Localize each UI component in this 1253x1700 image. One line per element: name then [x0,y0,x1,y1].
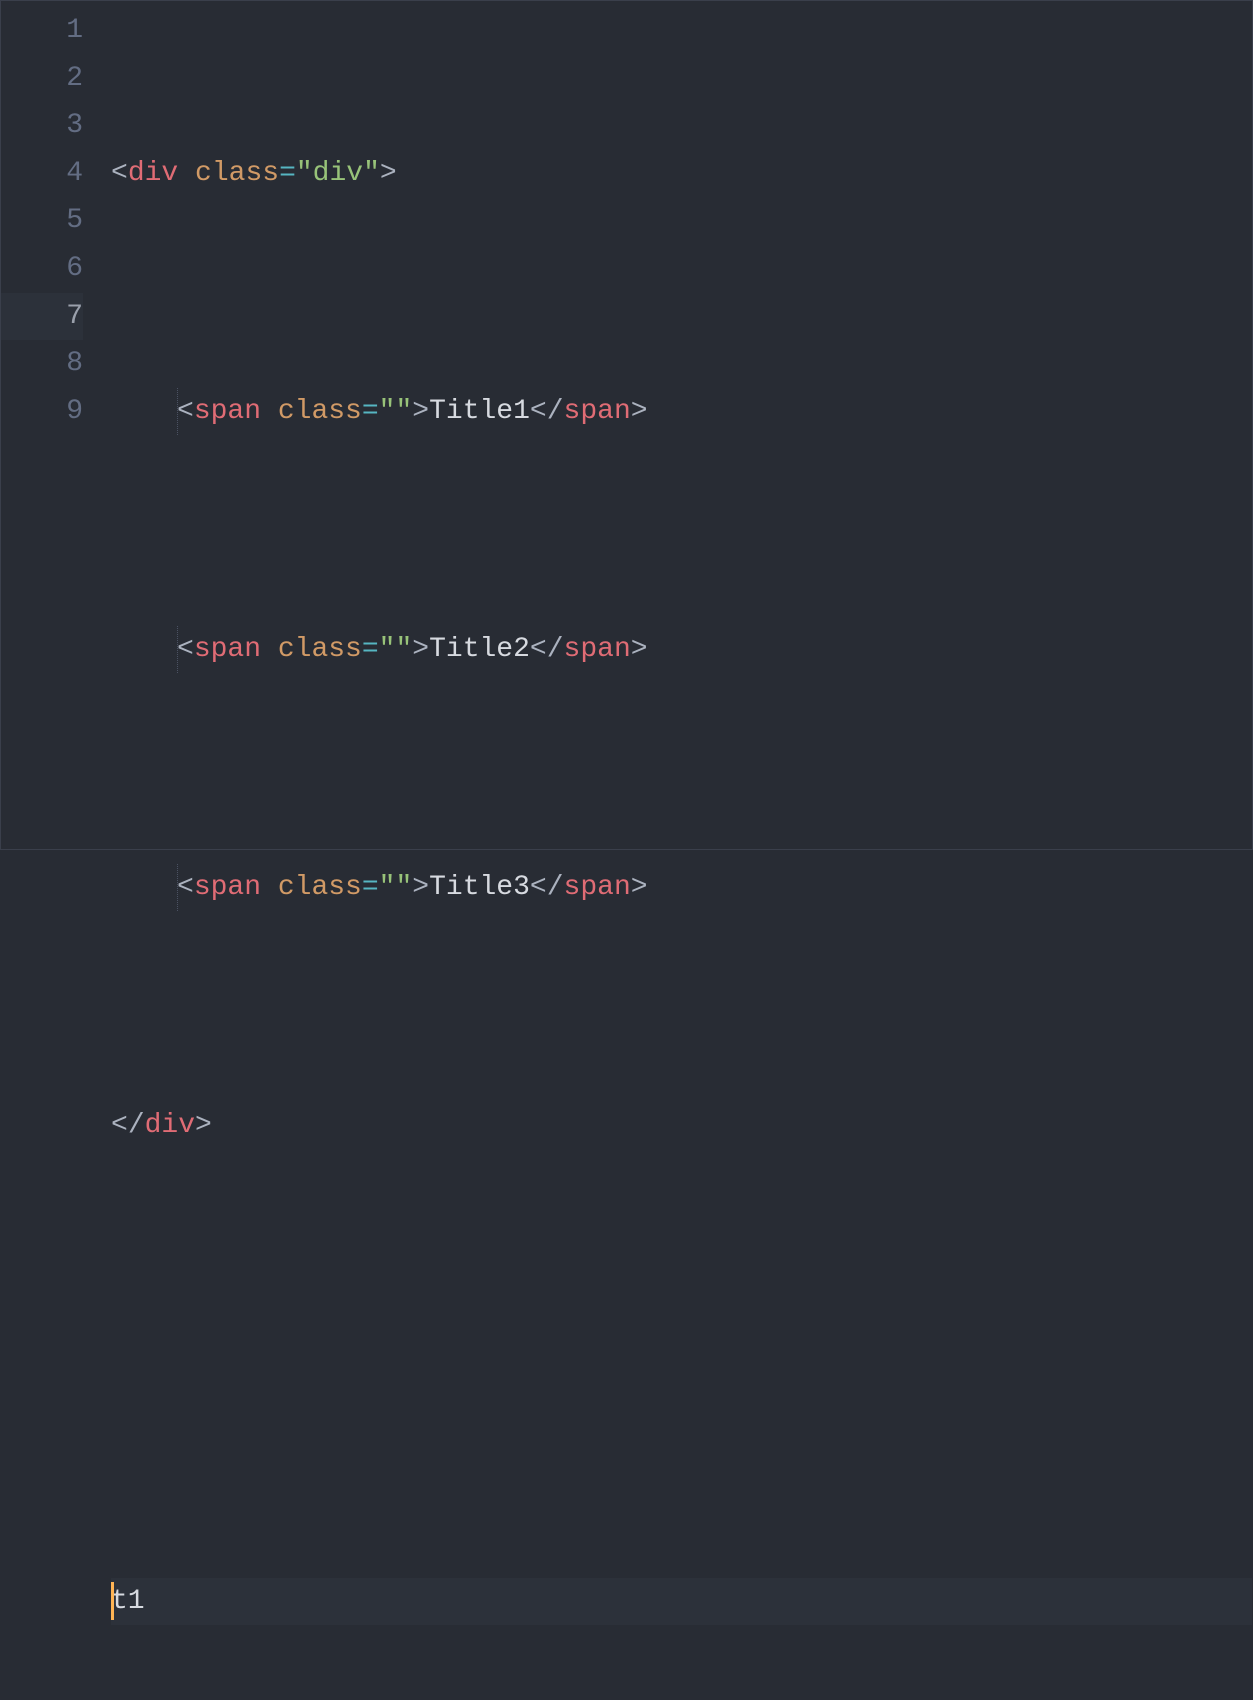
attr-value: "" [379,396,413,427]
slash: / [547,872,564,903]
tag-name: span [564,634,631,665]
angle-bracket: < [530,396,547,427]
tag-name: span [564,396,631,427]
equals-op: = [279,158,296,189]
indent-guide-icon [177,388,178,436]
angle-bracket: > [631,634,648,665]
indent-guide-icon [177,626,178,674]
code-line[interactable]: </div> [111,1102,1252,1150]
slash: / [128,1110,145,1141]
code-line[interactable]: <span class="">Title2</span> [111,626,1252,674]
line-number: 9 [1,388,83,436]
equals-op: = [362,872,379,903]
angle-bracket: > [412,634,429,665]
line-number-active: 7 [1,293,83,341]
code-line[interactable]: <span class="">Title1</span> [111,388,1252,436]
attr-name: class [278,396,362,427]
indent-guide-icon [177,864,178,912]
attr-name: class [278,634,362,665]
angle-bracket: > [631,396,648,427]
code-area[interactable]: <div class="div"> <span class="">Title1<… [111,7,1252,849]
angle-bracket: > [412,396,429,427]
line-number: 5 [1,197,83,245]
equals-op: = [362,396,379,427]
angle-bracket: > [380,158,397,189]
attr-value: "div" [296,158,380,189]
tag-name: span [194,872,261,903]
tag-name: span [194,396,261,427]
line-number: 4 [1,150,83,198]
code-line[interactable]: <div class="div"> [111,150,1252,198]
attr-value: "" [379,634,413,665]
equals-op: = [362,634,379,665]
code-line-active[interactable]: t1 [111,1578,1252,1626]
inner-text: Title3 [429,872,530,903]
attr-name: class [278,872,362,903]
tag-name: div [145,1110,195,1141]
inner-text: Title2 [429,634,530,665]
line-number: 6 [1,245,83,293]
line-number: 2 [1,55,83,103]
angle-bracket: > [195,1110,212,1141]
code-line[interactable]: <span class="">Title3</span> [111,864,1252,912]
angle-bracket: > [631,872,648,903]
attr-name: class [195,158,279,189]
slash: / [547,396,564,427]
angle-bracket: < [530,634,547,665]
attr-value: "" [379,872,413,903]
angle-bracket: < [530,872,547,903]
line-number: 3 [1,102,83,150]
angle-bracket: < [177,634,194,665]
angle-bracket: < [111,158,128,189]
angle-bracket: < [177,872,194,903]
slash: / [547,634,564,665]
inner-text: Title1 [429,396,530,427]
line-number: 1 [1,7,83,55]
plain-text: t1 [111,1586,145,1617]
gutter: 1 2 3 4 5 6 7 8 9 [1,7,111,849]
tag-name: span [564,872,631,903]
tag-name: span [194,634,261,665]
angle-bracket: < [111,1110,128,1141]
line-number: 8 [1,340,83,388]
angle-bracket: > [412,872,429,903]
text-cursor-icon [111,1582,114,1620]
angle-bracket: < [177,396,194,427]
code-line[interactable] [111,1340,1252,1388]
code-editor[interactable]: 1 2 3 4 5 6 7 8 9 <div class="div"> <spa… [1,1,1252,849]
tag-name: div [128,158,178,189]
